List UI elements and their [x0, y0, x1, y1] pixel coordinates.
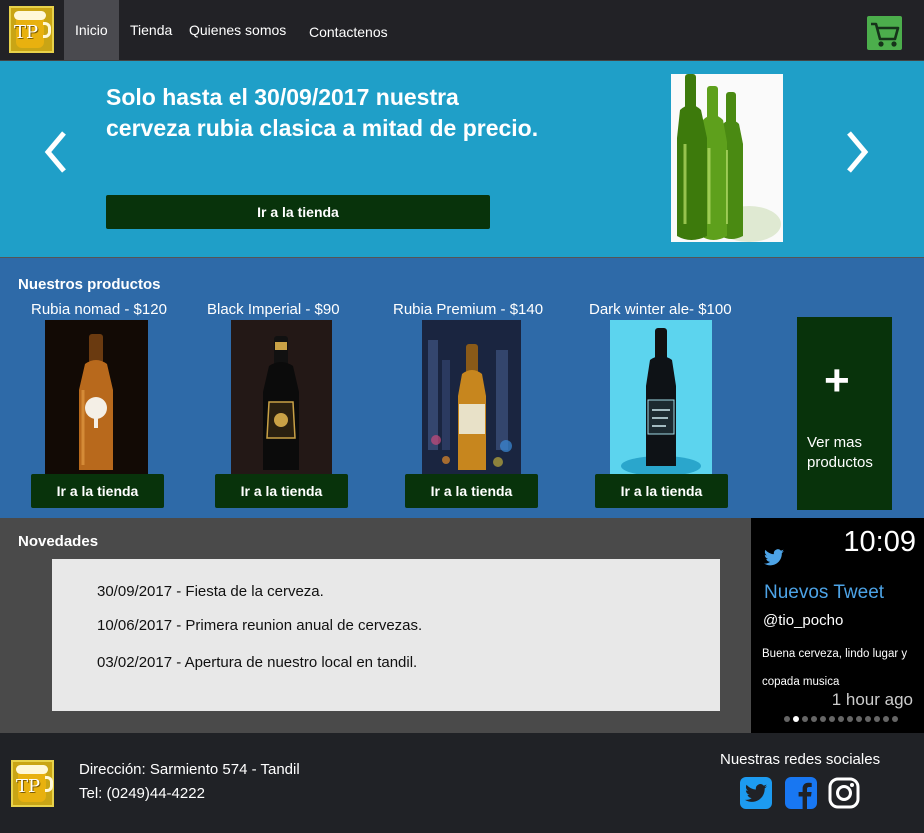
page-dot[interactable]	[883, 716, 889, 722]
page-dot[interactable]	[811, 716, 817, 722]
product-shop-button[interactable]: Ir a la tienda	[405, 474, 538, 508]
footer-address: Dirección: Sarmiento 574 - Tandil	[79, 761, 300, 778]
logo-text: TP	[16, 776, 41, 797]
footer: TP Dirección: Sarmiento 574 - Tandil Tel…	[0, 733, 924, 833]
instagram-icon[interactable]	[828, 777, 860, 809]
news-item: 30/09/2017 - Fiesta de la cerveza.	[97, 583, 324, 600]
navbar: TP Inicio Tienda Quienes somos Contacten…	[0, 0, 924, 60]
page-dot[interactable]	[820, 716, 826, 722]
news-item: 03/02/2017 - Apertura de nuestro local e…	[97, 654, 418, 671]
logo-text: TP	[14, 22, 39, 43]
news-list: 30/09/2017 - Fiesta de la cerveza. 10/06…	[52, 559, 720, 711]
news-section: Novedades 30/09/2017 - Fiesta de la cerv…	[0, 518, 751, 733]
hero-carousel: Solo hasta el 30/09/2017 nuestra cerveza…	[0, 60, 924, 258]
hero-beer-bottles-image	[671, 74, 783, 242]
product-image-dark-winter-ale[interactable]	[610, 320, 712, 474]
tweet-clock: 10:09	[843, 526, 916, 558]
mug-handle	[43, 22, 51, 38]
twitter-icon[interactable]	[740, 777, 772, 809]
brand-logo[interactable]: TP	[9, 6, 54, 53]
products-title: Nuestros productos	[18, 276, 161, 293]
tweet-text: Buena cerveza, lindo lugar y copada musi…	[762, 648, 908, 688]
see-more-products-button[interactable]: + Ver mas productos	[797, 317, 892, 510]
news-item: 10/06/2017 - Primera reunion anual de ce…	[97, 617, 423, 634]
facebook-icon[interactable]	[785, 777, 817, 809]
product-shop-button[interactable]: Ir a la tienda	[215, 474, 348, 508]
foam	[16, 765, 48, 774]
product-image-rubia-premium[interactable]	[422, 320, 521, 474]
see-more-label: Ver mas productos	[807, 434, 873, 471]
page-dot[interactable]	[856, 716, 862, 722]
nav-item-contactenos[interactable]: Contactenos	[309, 2, 388, 62]
hero-title: Solo hasta el 30/09/2017 nuestra cerveza…	[106, 84, 539, 141]
plus-icon: +	[824, 356, 850, 405]
page-dot[interactable]	[838, 716, 844, 722]
chevron-right-icon[interactable]	[843, 127, 873, 182]
shopping-cart-icon[interactable]	[867, 16, 902, 50]
product-name: Rubia nomad - $120	[31, 301, 167, 318]
product-image-rubia-nomad[interactable]	[45, 320, 148, 474]
tweet-user[interactable]: @tio_pocho	[763, 612, 843, 629]
product-name: Black Imperial - $90	[207, 301, 340, 318]
nav-item-tienda[interactable]: Tienda	[130, 0, 172, 60]
news-title: Novedades	[18, 533, 99, 550]
page-dot[interactable]	[874, 716, 880, 722]
social-title: Nuestras redes sociales	[720, 751, 881, 768]
page-dot[interactable]	[847, 716, 853, 722]
twitter-icon	[764, 549, 784, 571]
foam	[14, 11, 46, 20]
product-shop-button[interactable]: Ir a la tienda	[31, 474, 164, 508]
footer-phone: Tel: (0249)44-4222	[79, 785, 205, 802]
page-dot[interactable]	[892, 716, 898, 722]
product-image-black-imperial[interactable]	[231, 320, 332, 474]
tweet-header: Nuevos Tweet	[764, 582, 885, 603]
tweet-pagination	[784, 716, 898, 722]
nav-item-inicio[interactable]: Inicio	[64, 0, 119, 60]
nav-item-quienes-somos[interactable]: Quienes somos	[189, 0, 286, 60]
page-dot[interactable]	[829, 716, 835, 722]
tweet-time-ago: 1 hour ago	[831, 690, 913, 709]
product-name: Rubia Premium - $140	[393, 301, 544, 318]
page-dot[interactable]	[784, 716, 790, 722]
page-dot-active[interactable]	[793, 716, 799, 722]
hero-shop-button[interactable]: Ir a la tienda	[106, 195, 490, 229]
mug-handle	[45, 776, 53, 792]
page-dot[interactable]	[865, 716, 871, 722]
product-shop-button[interactable]: Ir a la tienda	[595, 474, 728, 508]
footer-brand-logo[interactable]: TP	[11, 760, 54, 807]
products-section: Nuestros productos Rubia nomad - $120 Ir…	[0, 258, 924, 518]
chevron-left-icon[interactable]	[40, 127, 70, 182]
product-name: Dark winter ale- $100	[589, 301, 732, 318]
page-dot[interactable]	[802, 716, 808, 722]
tweet-widget: 10:09 Nuevos Tweet @tio_pocho Buena cerv…	[751, 518, 924, 733]
